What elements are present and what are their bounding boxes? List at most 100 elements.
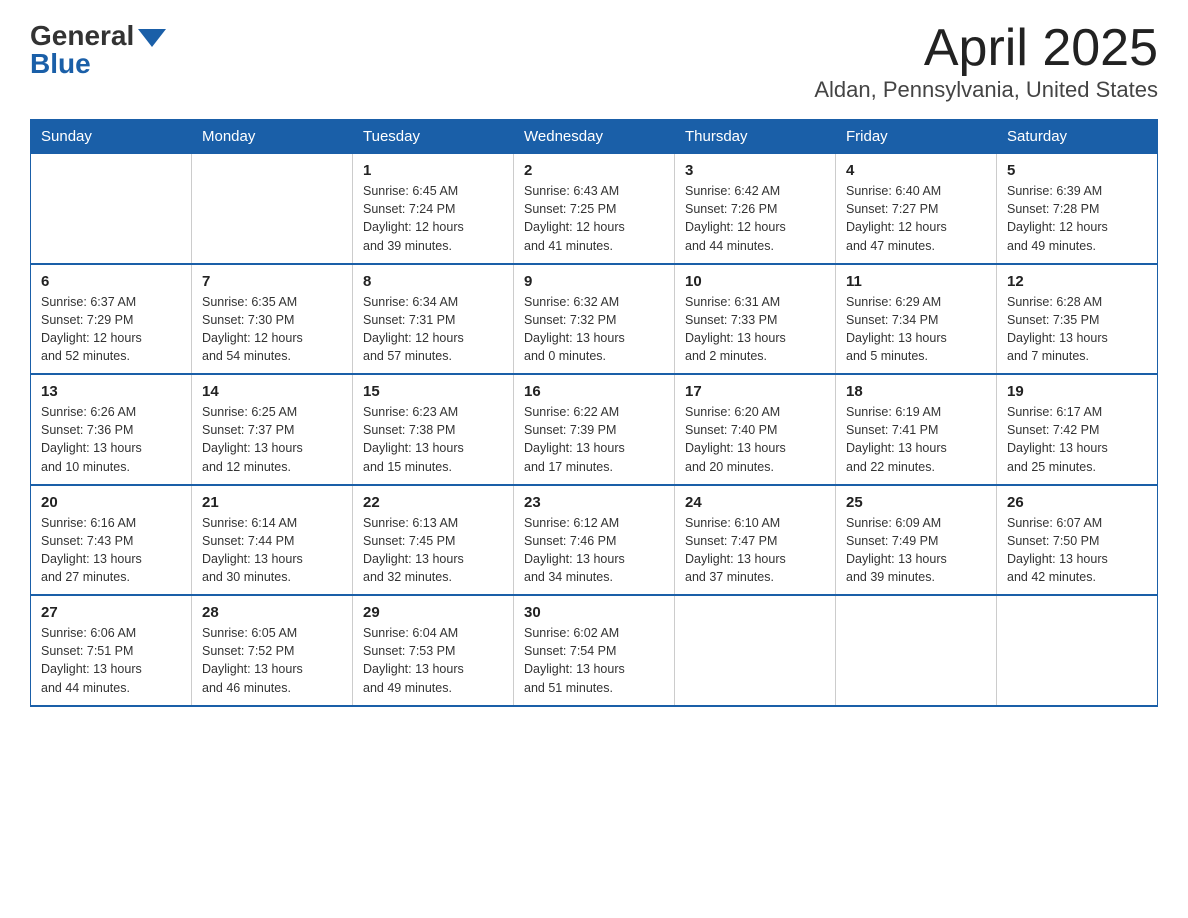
- day-number: 9: [524, 273, 664, 290]
- day-info: Sunrise: 6:40 AM Sunset: 7:27 PM Dayligh…: [846, 182, 986, 255]
- calendar-day-cell: 12 Sunrise: 6:28 AM Sunset: 7:35 PM Dayli…: [997, 264, 1158, 375]
- day-number: 23: [524, 494, 664, 511]
- calendar-day-cell: 6 Sunrise: 6:37 AM Sunset: 7:29 PM Daylig…: [31, 264, 192, 375]
- calendar-day-cell: 17 Sunrise: 6:20 AM Sunset: 7:40 PM Dayli…: [675, 374, 836, 485]
- day-info: Sunrise: 6:28 AM Sunset: 7:35 PM Dayligh…: [1007, 293, 1147, 366]
- calendar-day-cell: 2 Sunrise: 6:43 AM Sunset: 7:25 PM Daylig…: [514, 154, 675, 264]
- day-info: Sunrise: 6:09 AM Sunset: 7:49 PM Dayligh…: [846, 514, 986, 587]
- calendar-day-cell: [192, 154, 353, 264]
- day-info: Sunrise: 6:37 AM Sunset: 7:29 PM Dayligh…: [41, 293, 181, 366]
- day-info: Sunrise: 6:39 AM Sunset: 7:28 PM Dayligh…: [1007, 182, 1147, 255]
- day-info: Sunrise: 6:34 AM Sunset: 7:31 PM Dayligh…: [363, 293, 503, 366]
- day-info: Sunrise: 6:32 AM Sunset: 7:32 PM Dayligh…: [524, 293, 664, 366]
- day-of-week-header: Friday: [836, 120, 997, 154]
- day-number: 17: [685, 383, 825, 400]
- day-of-week-header: Sunday: [31, 120, 192, 154]
- calendar-day-cell: 16Sunrise: 6:22 AM Sunset: 7:39 PM Dayli…: [514, 374, 675, 485]
- calendar-day-cell: 3 Sunrise: 6:42 AM Sunset: 7:26 PM Daylig…: [675, 154, 836, 264]
- day-number: 1: [363, 162, 503, 179]
- calendar-day-cell: 22Sunrise: 6:13 AM Sunset: 7:45 PM Dayli…: [353, 485, 514, 596]
- day-number: 15: [363, 383, 503, 400]
- calendar-week-row: 20 Sunrise: 6:16 AM Sunset: 7:43 PM Dayli…: [31, 485, 1158, 596]
- day-info: Sunrise: 6:43 AM Sunset: 7:25 PM Dayligh…: [524, 182, 664, 255]
- day-info: Sunrise: 6:12 AM Sunset: 7:46 PM Dayligh…: [524, 514, 664, 587]
- day-info: Sunrise: 6:26 AM Sunset: 7:36 PM Dayligh…: [41, 403, 181, 476]
- calendar-table: SundayMondayTuesdayWednesdayThursdayFrid…: [30, 119, 1158, 707]
- day-number: 16: [524, 383, 664, 400]
- calendar-day-cell: [675, 595, 836, 706]
- day-info: Sunrise: 6:04 AM Sunset: 7:53 PM Dayligh…: [363, 624, 503, 697]
- day-info: Sunrise: 6:05 AM Sunset: 7:52 PM Dayligh…: [202, 624, 342, 697]
- day-info: Sunrise: 6:06 AM Sunset: 7:51 PM Dayligh…: [41, 624, 181, 697]
- day-number: 8: [363, 273, 503, 290]
- day-of-week-header: Wednesday: [514, 120, 675, 154]
- day-number: 6: [41, 273, 181, 290]
- day-number: 3: [685, 162, 825, 179]
- calendar-day-cell: 4 Sunrise: 6:40 AM Sunset: 7:27 PM Daylig…: [836, 154, 997, 264]
- day-number: 14: [202, 383, 342, 400]
- day-info: Sunrise: 6:13 AM Sunset: 7:45 PM Dayligh…: [363, 514, 503, 587]
- day-info: Sunrise: 6:29 AM Sunset: 7:34 PM Dayligh…: [846, 293, 986, 366]
- calendar-day-cell: 8 Sunrise: 6:34 AM Sunset: 7:31 PM Daylig…: [353, 264, 514, 375]
- calendar-day-cell: 19 Sunrise: 6:17 AM Sunset: 7:42 PM Dayli…: [997, 374, 1158, 485]
- calendar-day-cell: 10 Sunrise: 6:31 AM Sunset: 7:33 PM Dayli…: [675, 264, 836, 375]
- day-number: 20: [41, 494, 181, 511]
- day-number: 19: [1007, 383, 1147, 400]
- calendar-day-cell: 13 Sunrise: 6:26 AM Sunset: 7:36 PM Dayli…: [31, 374, 192, 485]
- day-number: 7: [202, 273, 342, 290]
- calendar-day-cell: 21 Sunrise: 6:14 AM Sunset: 7:44 PM Dayli…: [192, 485, 353, 596]
- calendar-day-cell: 5 Sunrise: 6:39 AM Sunset: 7:28 PM Daylig…: [997, 154, 1158, 264]
- day-info: Sunrise: 6:10 AM Sunset: 7:47 PM Dayligh…: [685, 514, 825, 587]
- day-of-week-header: Thursday: [675, 120, 836, 154]
- calendar-day-cell: 29Sunrise: 6:04 AM Sunset: 7:53 PM Dayli…: [353, 595, 514, 706]
- logo: General Blue: [30, 20, 166, 80]
- day-number: 4: [846, 162, 986, 179]
- calendar-week-row: 13 Sunrise: 6:26 AM Sunset: 7:36 PM Dayli…: [31, 374, 1158, 485]
- calendar-header-row: SundayMondayTuesdayWednesdayThursdayFrid…: [31, 120, 1158, 154]
- day-info: Sunrise: 6:45 AM Sunset: 7:24 PM Dayligh…: [363, 182, 503, 255]
- calendar-day-cell: [836, 595, 997, 706]
- calendar-day-cell: 18Sunrise: 6:19 AM Sunset: 7:41 PM Dayli…: [836, 374, 997, 485]
- logo-arrow-icon: [138, 29, 166, 47]
- calendar-day-cell: 27 Sunrise: 6:06 AM Sunset: 7:51 PM Dayli…: [31, 595, 192, 706]
- day-info: Sunrise: 6:16 AM Sunset: 7:43 PM Dayligh…: [41, 514, 181, 587]
- day-number: 18: [846, 383, 986, 400]
- calendar-week-row: 1 Sunrise: 6:45 AM Sunset: 7:24 PM Daylig…: [31, 154, 1158, 264]
- day-number: 30: [524, 604, 664, 621]
- calendar-day-cell: 30Sunrise: 6:02 AM Sunset: 7:54 PM Dayli…: [514, 595, 675, 706]
- calendar-day-cell: 28 Sunrise: 6:05 AM Sunset: 7:52 PM Dayli…: [192, 595, 353, 706]
- day-number: 27: [41, 604, 181, 621]
- calendar-day-cell: 1 Sunrise: 6:45 AM Sunset: 7:24 PM Daylig…: [353, 154, 514, 264]
- page-header: General Blue April 2025 Aldan, Pennsylva…: [30, 20, 1158, 103]
- day-info: Sunrise: 6:07 AM Sunset: 7:50 PM Dayligh…: [1007, 514, 1147, 587]
- calendar-day-cell: 24Sunrise: 6:10 AM Sunset: 7:47 PM Dayli…: [675, 485, 836, 596]
- day-info: Sunrise: 6:23 AM Sunset: 7:38 PM Dayligh…: [363, 403, 503, 476]
- day-number: 21: [202, 494, 342, 511]
- calendar-day-cell: 11 Sunrise: 6:29 AM Sunset: 7:34 PM Dayli…: [836, 264, 997, 375]
- day-info: Sunrise: 6:42 AM Sunset: 7:26 PM Dayligh…: [685, 182, 825, 255]
- calendar-day-cell: 14Sunrise: 6:25 AM Sunset: 7:37 PM Dayli…: [192, 374, 353, 485]
- calendar-day-cell: 23 Sunrise: 6:12 AM Sunset: 7:46 PM Dayli…: [514, 485, 675, 596]
- day-number: 28: [202, 604, 342, 621]
- day-info: Sunrise: 6:35 AM Sunset: 7:30 PM Dayligh…: [202, 293, 342, 366]
- day-of-week-header: Tuesday: [353, 120, 514, 154]
- calendar-day-cell: 9 Sunrise: 6:32 AM Sunset: 7:32 PM Daylig…: [514, 264, 675, 375]
- title-block: April 2025 Aldan, Pennsylvania, United S…: [814, 20, 1158, 103]
- day-info: Sunrise: 6:31 AM Sunset: 7:33 PM Dayligh…: [685, 293, 825, 366]
- calendar-day-cell: 7 Sunrise: 6:35 AM Sunset: 7:30 PM Daylig…: [192, 264, 353, 375]
- day-number: 12: [1007, 273, 1147, 290]
- day-number: 11: [846, 273, 986, 290]
- day-info: Sunrise: 6:14 AM Sunset: 7:44 PM Dayligh…: [202, 514, 342, 587]
- day-info: Sunrise: 6:20 AM Sunset: 7:40 PM Dayligh…: [685, 403, 825, 476]
- day-number: 25: [846, 494, 986, 511]
- day-number: 10: [685, 273, 825, 290]
- day-info: Sunrise: 6:17 AM Sunset: 7:42 PM Dayligh…: [1007, 403, 1147, 476]
- day-of-week-header: Saturday: [997, 120, 1158, 154]
- calendar-week-row: 6 Sunrise: 6:37 AM Sunset: 7:29 PM Daylig…: [31, 264, 1158, 375]
- day-number: 13: [41, 383, 181, 400]
- calendar-title: April 2025: [814, 20, 1158, 77]
- day-number: 5: [1007, 162, 1147, 179]
- day-number: 2: [524, 162, 664, 179]
- calendar-day-cell: 20 Sunrise: 6:16 AM Sunset: 7:43 PM Dayli…: [31, 485, 192, 596]
- calendar-day-cell: [31, 154, 192, 264]
